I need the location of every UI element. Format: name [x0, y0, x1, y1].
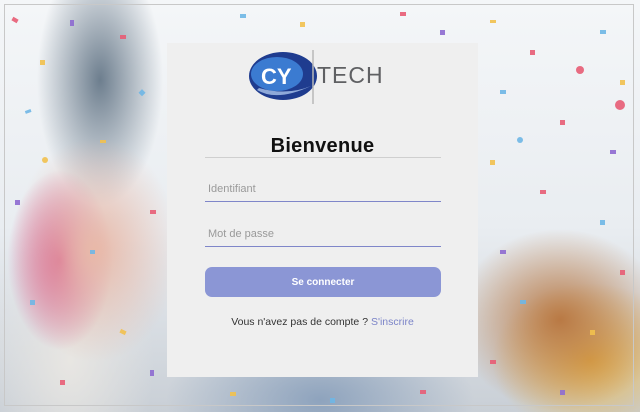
logo-monogram: CY	[261, 64, 292, 89]
password-field[interactable]	[205, 222, 441, 247]
login-card: CY TECH Bienvenue Se connecter Vous n'av…	[167, 43, 478, 377]
password-input[interactable]	[205, 222, 441, 246]
username-field[interactable]	[205, 177, 441, 202]
signup-link[interactable]: S'inscrire	[371, 316, 414, 328]
cytech-logo: CY TECH	[247, 46, 407, 108]
signup-prompt: Vous n'avez pas de compte ? S'inscrire	[167, 316, 478, 328]
login-button[interactable]: Se connecter	[205, 267, 441, 297]
title-divider	[205, 157, 441, 158]
logo-wordmark: TECH	[317, 62, 384, 88]
username-input[interactable]	[205, 177, 441, 201]
page-title: Bienvenue	[270, 135, 375, 157]
signup-prompt-text: Vous n'avez pas de compte ?	[231, 316, 369, 328]
